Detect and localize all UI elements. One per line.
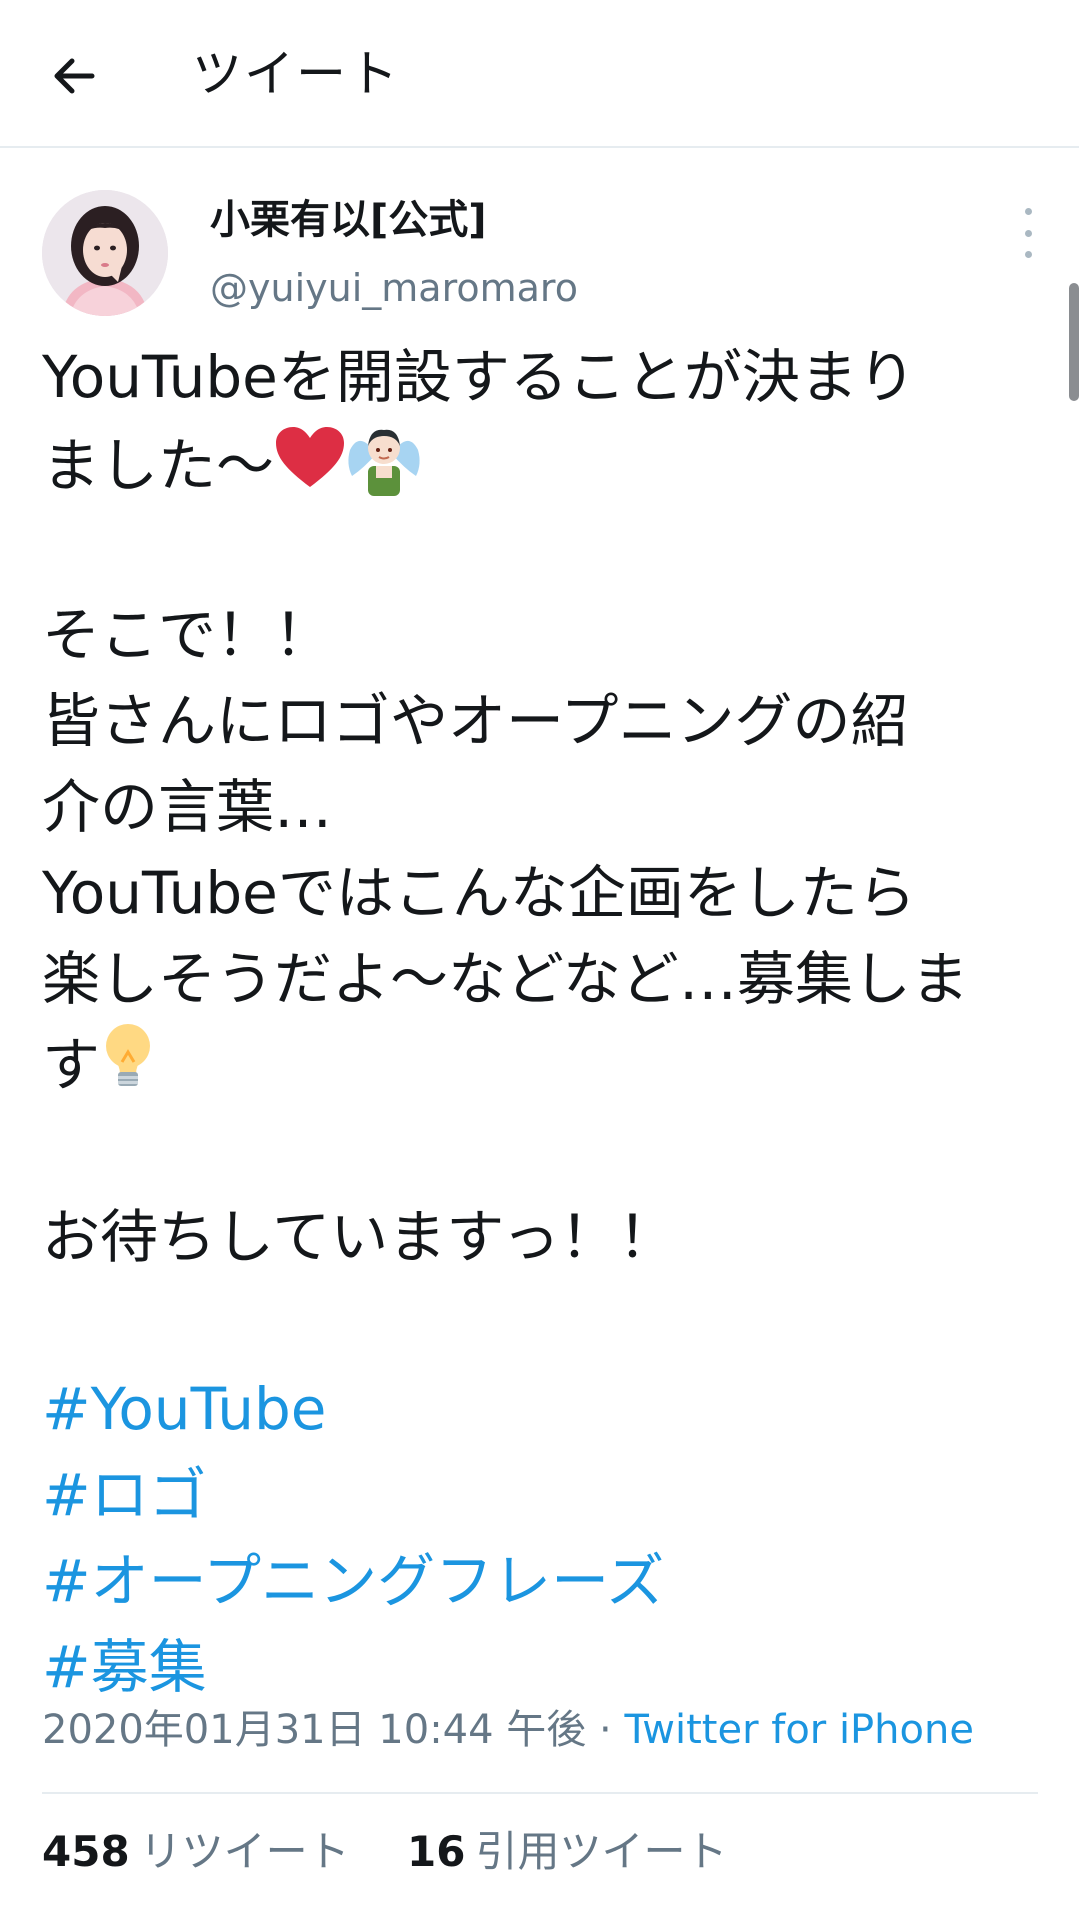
display-name[interactable]: 小栗有以[公式] [210,192,487,248]
hashtag-link[interactable]: #募集 [42,1624,1042,1710]
tweet-source-link[interactable]: Twitter for iPhone [624,1707,974,1753]
hashtag-link[interactable]: #オープニングフレーズ [42,1538,1042,1624]
top-bar: ツイート [0,0,1079,148]
more-icon-dot [1024,251,1032,258]
quote-tweets-stat[interactable]: 16 引用ツイート [407,1822,727,1882]
more-options-button[interactable] [1012,208,1044,258]
tweet-line: お待ちしていますっ！！ [42,1203,676,1271]
tweet-text: YouTubeを開設することが決まり ました〜 そこで！！ 皆さんにロゴやオープ… [42,334,1042,1710]
tweet-line: ました〜 [42,431,275,500]
more-icon-dot [1024,208,1032,215]
red-heart-emoji [274,425,346,514]
retweets-label: リツイート [139,1827,350,1876]
meta-separator: · [586,1707,625,1753]
tweet-meta: 2020年01月31日 10:44 午後 · Twitter for iPhon… [42,1702,974,1758]
quote-tweets-count: 16 [407,1827,466,1876]
tweet-line: YouTubeではこんな企画をしたら [42,859,916,927]
tweet-line-with-emoji: ました〜 [42,420,1042,506]
arrow-left-icon [54,58,95,94]
tweet-line: YouTubeを開設することが決まり [42,343,916,411]
hashtag-link[interactable]: #ロゴ [42,1452,1042,1538]
tweet-stats: 458 リツイート 16 引用ツイート [42,1822,772,1882]
hashtag-link[interactable]: #YouTube [42,1366,1042,1452]
man-fairy-emoji [346,420,422,519]
tweet-timestamp[interactable]: 2020年01月31日 10:44 午後 [42,1707,586,1753]
page-title: ツイート [192,45,400,103]
retweets-stat[interactable]: 458 リツイート [42,1822,350,1882]
avatar-photo [42,190,168,316]
tweet-line: す [42,1031,101,1099]
tweet-line-with-emoji: す [42,1022,1042,1108]
light-bulb-emoji [100,1022,156,1115]
back-button[interactable] [44,46,104,106]
more-icon-dot [1024,229,1032,237]
tweet-line: 楽しそうだよ〜などなど…募集しま [42,945,969,1013]
quote-tweets-label: 引用ツイート [475,1827,728,1876]
divider [42,1792,1038,1794]
tweet-line: 皆さんにロゴやオープニングの紹 [42,687,909,755]
tweet-line: そこで！！ [42,601,333,669]
avatar[interactable] [42,190,168,316]
user-handle[interactable]: @yuiyui_maromaro [210,260,578,316]
tweet-line: 介の言葉… [42,773,333,841]
retweets-count: 458 [42,1827,130,1876]
scrollbar[interactable] [1069,283,1079,401]
